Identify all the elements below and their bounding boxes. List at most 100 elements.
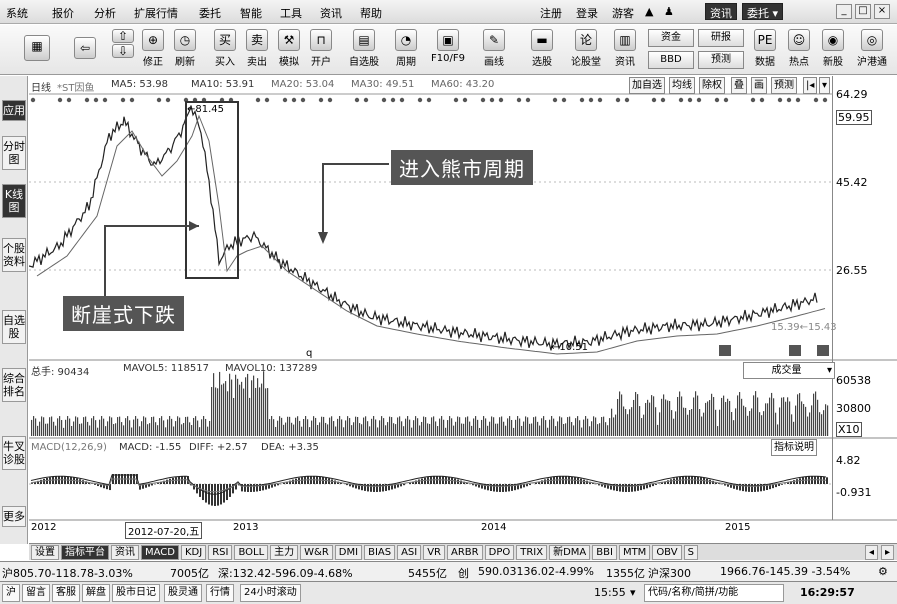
- menu-system[interactable]: 系统: [6, 5, 28, 21]
- refresh-button[interactable]: ◷ 刷新: [170, 27, 200, 73]
- indicator-tab[interactable]: TRIX: [516, 545, 548, 560]
- menu-analysis[interactable]: 分析: [94, 5, 116, 21]
- news-button[interactable]: ▥ 资讯: [610, 27, 640, 73]
- menu-trade[interactable]: 委托: [199, 5, 221, 21]
- info-button[interactable]: 资讯: [705, 3, 737, 20]
- trade-dropdown[interactable]: 委托 ▾: [742, 3, 784, 20]
- indicator-tab[interactable]: BBI: [592, 545, 617, 560]
- event-flag-icon[interactable]: [789, 345, 801, 356]
- indicator-tab[interactable]: MACD: [141, 545, 179, 560]
- search-input[interactable]: 代码/名称/简拼/功能: [644, 584, 784, 602]
- sz-index[interactable]: 深:132.42-596.09-4.68%: [218, 565, 353, 581]
- hk-connect-button[interactable]: ◎ 沪港通: [852, 27, 892, 73]
- indicator-tab[interactable]: BIAS: [364, 545, 396, 560]
- scroll-right-icon[interactable]: ▸: [881, 545, 895, 560]
- new-stock-button[interactable]: ◉ 新股: [818, 27, 848, 73]
- forum-button[interactable]: 论论股堂: [568, 27, 604, 73]
- indicator-tab[interactable]: BOLL: [234, 545, 269, 560]
- back-button[interactable]: ⇦: [70, 27, 100, 73]
- close-icon[interactable]: ×: [874, 4, 890, 19]
- hs300-index[interactable]: 1966.76-145.39 -3.54%: [720, 565, 850, 578]
- indicator-tab[interactable]: MTM: [618, 545, 651, 560]
- chevron-down-icon[interactable]: ▾: [819, 77, 831, 94]
- indicator-tab[interactable]: W&R: [300, 545, 333, 560]
- indicator-tab[interactable]: 新DMA: [549, 545, 591, 560]
- indicator-tab[interactable]: KDJ: [180, 545, 207, 560]
- indicator-tab[interactable]: ARBR: [447, 545, 483, 560]
- indicator-tab[interactable]: 指标平台: [61, 545, 109, 560]
- draw-line-button[interactable]: ✎ 画线: [476, 27, 512, 73]
- simulate-button[interactable]: ⚒ 模拟: [274, 27, 304, 73]
- indicator-tab[interactable]: DMI: [334, 545, 363, 560]
- chinext-index[interactable]: 590.03136.02-4.99%: [478, 565, 594, 578]
- diary-button[interactable]: 股市日记: [112, 584, 160, 602]
- event-flag-icon[interactable]: [719, 345, 731, 356]
- stock-pick-button[interactable]: ▬ 选股: [524, 27, 560, 73]
- watchlist-button[interactable]: ▤ 自选股: [346, 27, 382, 73]
- indicator-tab[interactable]: DPO: [484, 545, 515, 560]
- add-watchlist-button[interactable]: 加自选: [629, 77, 665, 94]
- bell-icon[interactable]: ▲: [645, 5, 653, 18]
- indicator-help-button[interactable]: 指标说明: [771, 439, 817, 456]
- indicator-tab[interactable]: 主力: [270, 545, 299, 560]
- login-link[interactable]: 登录: [576, 5, 598, 21]
- tab-kline[interactable]: K线图: [2, 184, 26, 218]
- tab-stock-profile[interactable]: 个股资料: [2, 238, 26, 272]
- indicator-tab[interactable]: RSI: [208, 545, 233, 560]
- register-link[interactable]: 注册: [540, 5, 562, 21]
- service-button[interactable]: 客服: [52, 584, 80, 602]
- buy-button[interactable]: 买买入: [210, 27, 240, 73]
- overlay-button[interactable]: 叠: [731, 77, 747, 94]
- dropdown-icon[interactable]: ▾: [630, 586, 636, 599]
- forecast-chart-button[interactable]: 预测: [771, 77, 797, 94]
- tab-apps[interactable]: 应用: [2, 100, 26, 121]
- tab-watchlist[interactable]: 自选股: [2, 310, 26, 344]
- menu-extended[interactable]: 扩展行情: [134, 5, 178, 21]
- bbd-button[interactable]: BBD: [648, 51, 694, 69]
- sh-index[interactable]: 沪805.70-118.78-3.03%: [2, 565, 133, 581]
- minimize-icon[interactable]: _: [836, 4, 852, 19]
- fund-button[interactable]: 资金: [648, 29, 694, 47]
- indicator-tab[interactable]: VR: [423, 545, 446, 560]
- sell-button[interactable]: 卖卖出: [242, 27, 272, 73]
- collapse-icon[interactable]: |◂: [803, 77, 818, 94]
- event-flag-icon[interactable]: [817, 345, 829, 356]
- data-button[interactable]: PE 数据: [750, 27, 780, 73]
- shirt-icon[interactable]: ♟: [664, 5, 674, 18]
- hot-button[interactable]: ☺ 热点: [784, 27, 814, 73]
- draw-button[interactable]: 画: [751, 77, 767, 94]
- menu-smart[interactable]: 智能: [240, 5, 262, 21]
- menu-tools[interactable]: 工具: [280, 5, 302, 21]
- up-down-button[interactable]: ⇧ ⇩: [108, 27, 138, 73]
- message-button[interactable]: 留言: [22, 584, 50, 602]
- stock-link-button[interactable]: 股灵通: [164, 584, 202, 602]
- maximize-icon[interactable]: □: [855, 4, 871, 19]
- tab-intraday[interactable]: 分时图: [2, 136, 26, 170]
- tab-more[interactable]: 更多: [2, 506, 26, 527]
- indicator-tab[interactable]: ASI: [397, 545, 422, 560]
- forecast-button[interactable]: 预测: [698, 51, 744, 69]
- wrench-icon[interactable]: ⚙: [878, 565, 888, 578]
- indicator-tab[interactable]: 资讯: [111, 545, 139, 560]
- tab-diagnosis[interactable]: 牛叉诊股: [2, 436, 26, 470]
- ex-rights-button[interactable]: 除权: [699, 77, 725, 94]
- indicator-tab[interactable]: S: [683, 545, 698, 560]
- f10-button[interactable]: ▣ F10/F9: [428, 27, 468, 73]
- sh-short[interactable]: 沪: [2, 584, 20, 602]
- research-button[interactable]: 研报: [698, 29, 744, 47]
- volume-indicator-select[interactable]: 成交量 ▾: [743, 362, 835, 379]
- quote-button[interactable]: 行情: [206, 584, 234, 602]
- menu-news[interactable]: 资讯: [320, 5, 342, 21]
- tab-ranking[interactable]: 综合排名: [2, 368, 26, 402]
- menu-quote[interactable]: 报价: [52, 5, 74, 21]
- fix-button[interactable]: ⊕ 修正: [138, 27, 168, 73]
- indicator-tab[interactable]: 设置: [31, 545, 59, 560]
- scroll-left-icon[interactable]: ◂: [865, 545, 879, 560]
- ma-button[interactable]: 均线: [669, 77, 695, 94]
- guest-link[interactable]: 游客: [612, 5, 634, 21]
- layout-button[interactable]: ▦: [20, 27, 54, 73]
- menu-help[interactable]: 帮助: [360, 5, 382, 21]
- news-24h-button[interactable]: 24小时滚动: [240, 584, 301, 602]
- indicator-tab[interactable]: OBV: [652, 545, 682, 560]
- commentary-button[interactable]: 解盘: [82, 584, 110, 602]
